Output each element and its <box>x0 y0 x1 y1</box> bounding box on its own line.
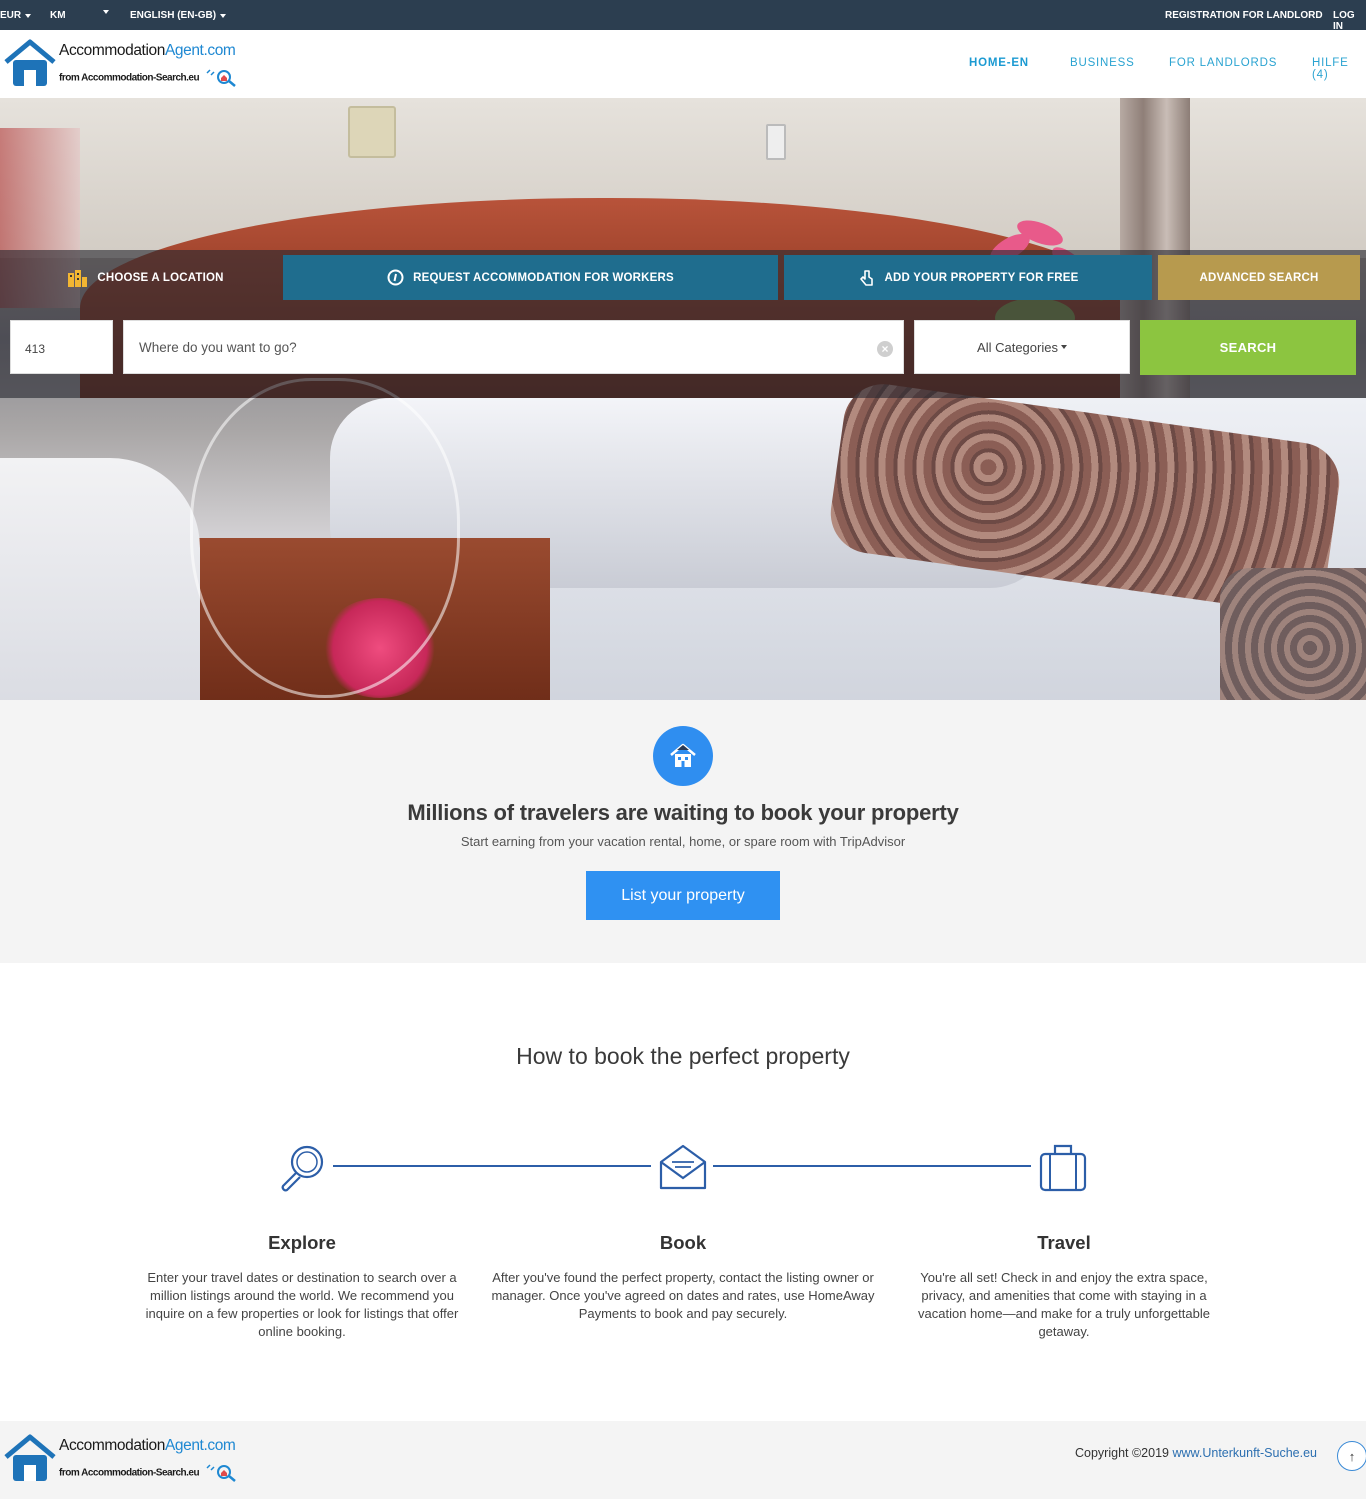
buildings-icon <box>68 269 88 287</box>
step-explore-text: Enter your travel dates or destination t… <box>145 1270 459 1339</box>
hero-wine-glass <box>190 378 460 698</box>
destination-field[interactable]: × <box>123 320 904 374</box>
clear-input-icon[interactable]: × <box>877 341 893 357</box>
promo-title: Millions of travelers are waiting to boo… <box>407 800 959 825</box>
house-logo-icon <box>4 39 56 86</box>
arrow-up-icon: ↑ <box>1348 1448 1356 1464</box>
search-house-logo-icon <box>206 1464 237 1482</box>
envelope-icon <box>659 1144 707 1190</box>
promo-subtitle: Start earning from your vacation rental,… <box>460 834 906 849</box>
language-selector[interactable]: ENGLISH (EN-GB) <box>130 10 227 21</box>
nav-home[interactable]: HOME-EN <box>969 57 1029 69</box>
step-connector <box>333 1165 651 1167</box>
logo-tagline: from Accommodation-Search.eu <box>59 69 240 87</box>
category-select[interactable]: All Categories <box>914 320 1130 374</box>
logo-title-part1: Accommodation <box>59 42 165 59</box>
site-header: AccommodationAgent.com from Accommodatio… <box>0 30 1366 98</box>
hero-light-switch-small <box>766 124 786 160</box>
step-travel-title: Travel <box>1037 1232 1091 1253</box>
currency-selector[interactable]: EUR <box>0 10 32 21</box>
copyright-text: Copyright ©2019 <box>1075 1446 1169 1460</box>
footer-logo-title-part1: Accommodation <box>59 1437 165 1454</box>
search-house-logo-icon <box>206 69 237 87</box>
step-connector <box>713 1165 1031 1167</box>
nav-business[interactable]: BUSINESS <box>1070 57 1135 69</box>
logo-title: AccommodationAgent.com <box>59 42 236 60</box>
copyright: Copyright ©2019 www.Unterkunft-Suche.eu <box>1075 1446 1317 1460</box>
destination-input[interactable] <box>124 322 864 372</box>
footer-site-link[interactable]: www.Unterkunft-Suche.eu <box>1172 1446 1317 1460</box>
list-property-button[interactable]: List your property <box>586 871 780 920</box>
magnifier-icon <box>281 1145 324 1192</box>
language-label: ENGLISH (EN-GB) <box>130 10 217 21</box>
step-book-title: Book <box>659 1232 707 1253</box>
unit-selector[interactable]: KM <box>50 10 66 21</box>
tab-request-workers-label: REQUEST ACCOMMODATION FOR WORKERS <box>413 271 674 284</box>
login-label: LOG IN <box>1333 10 1355 32</box>
unit-dropdown-toggle[interactable] <box>103 10 109 14</box>
hero-blanket <box>1220 568 1366 700</box>
house-icon-badge <box>653 726 713 786</box>
currency-label: EUR <box>0 10 22 21</box>
unit-label: KM <box>50 10 66 21</box>
footer-logo-title-part2: Agent.com <box>164 1437 236 1454</box>
step-travel-text: You're all set! Check in and enjoy the e… <box>918 1270 1210 1339</box>
hand-pointer-icon <box>859 269 873 286</box>
tab-request-workers[interactable]: REQUEST ACCOMMODATION FOR WORKERS <box>283 255 778 300</box>
logo-title-part2: Agent.com <box>164 42 236 59</box>
logo-tagline-text: from Accommodation-Search.eu <box>59 72 200 84</box>
list-property-section: Millions of travelers are waiting to boo… <box>0 700 1366 963</box>
register-landlord-label: REGISTRATION FOR LANDLORD <box>1165 10 1323 21</box>
chevron-down-icon <box>1060 345 1067 349</box>
chevron-down-icon <box>220 13 227 18</box>
site-logo[interactable]: AccommodationAgent.com from Accommodatio… <box>2 38 242 90</box>
category-select-label: All Categories <box>977 339 1058 355</box>
footer-logo-title: AccommodationAgent.com <box>59 1437 236 1455</box>
top-bar: EUR KM ENGLISH (EN-GB) REGISTRATION FOR … <box>0 0 1366 32</box>
back-to-top-button[interactable]: ↑ <box>1337 1441 1366 1471</box>
footer-logo[interactable]: AccommodationAgent.com from Accommodatio… <box>2 1433 242 1485</box>
nav-help[interactable]: HILFE (4) <box>1312 57 1366 81</box>
hero-image <box>0 98 1366 700</box>
house-logo-icon <box>4 1434 56 1481</box>
info-icon <box>387 269 404 286</box>
tab-add-property-label: ADD YOUR PROPERTY FOR FREE <box>884 271 1079 284</box>
nav-for-landlords[interactable]: FOR LANDLORDS <box>1169 57 1277 69</box>
register-landlord-link[interactable]: REGISTRATION FOR LANDLORD <box>1165 10 1323 21</box>
step-explore-title: Explore <box>268 1232 336 1253</box>
footer-logo-tagline-text: from Accommodation-Search.eu <box>59 1467 200 1479</box>
chevron-down-icon <box>103 10 109 14</box>
howto-title: How to book the perfect property <box>516 1043 850 1069</box>
hero-linen <box>0 458 200 700</box>
step-book-text: After you've found the perfect property,… <box>491 1270 875 1321</box>
chevron-down-icon <box>25 13 32 18</box>
tab-choose-location[interactable]: CHOOSE A LOCATION <box>55 255 235 300</box>
login-link[interactable]: LOG IN <box>1333 10 1366 32</box>
tab-advanced-search[interactable]: ADVANCED SEARCH <box>1158 255 1360 300</box>
tab-choose-location-label: CHOOSE A LOCATION <box>97 271 224 284</box>
footer-logo-tagline: from Accommodation-Search.eu <box>59 1464 240 1482</box>
search-button[interactable]: SEARCH <box>1140 320 1356 375</box>
site-footer: AccommodationAgent.com from Accommodatio… <box>0 1421 1366 1499</box>
hero-light-switch <box>348 106 396 158</box>
suitcase-icon <box>1039 1144 1087 1192</box>
tab-add-property[interactable]: ADD YOUR PROPERTY FOR FREE <box>784 255 1152 300</box>
tab-advanced-search-label: ADVANCED SEARCH <box>1199 271 1319 284</box>
radius-field[interactable]: 413 <box>10 320 113 374</box>
house-icon <box>670 743 696 767</box>
